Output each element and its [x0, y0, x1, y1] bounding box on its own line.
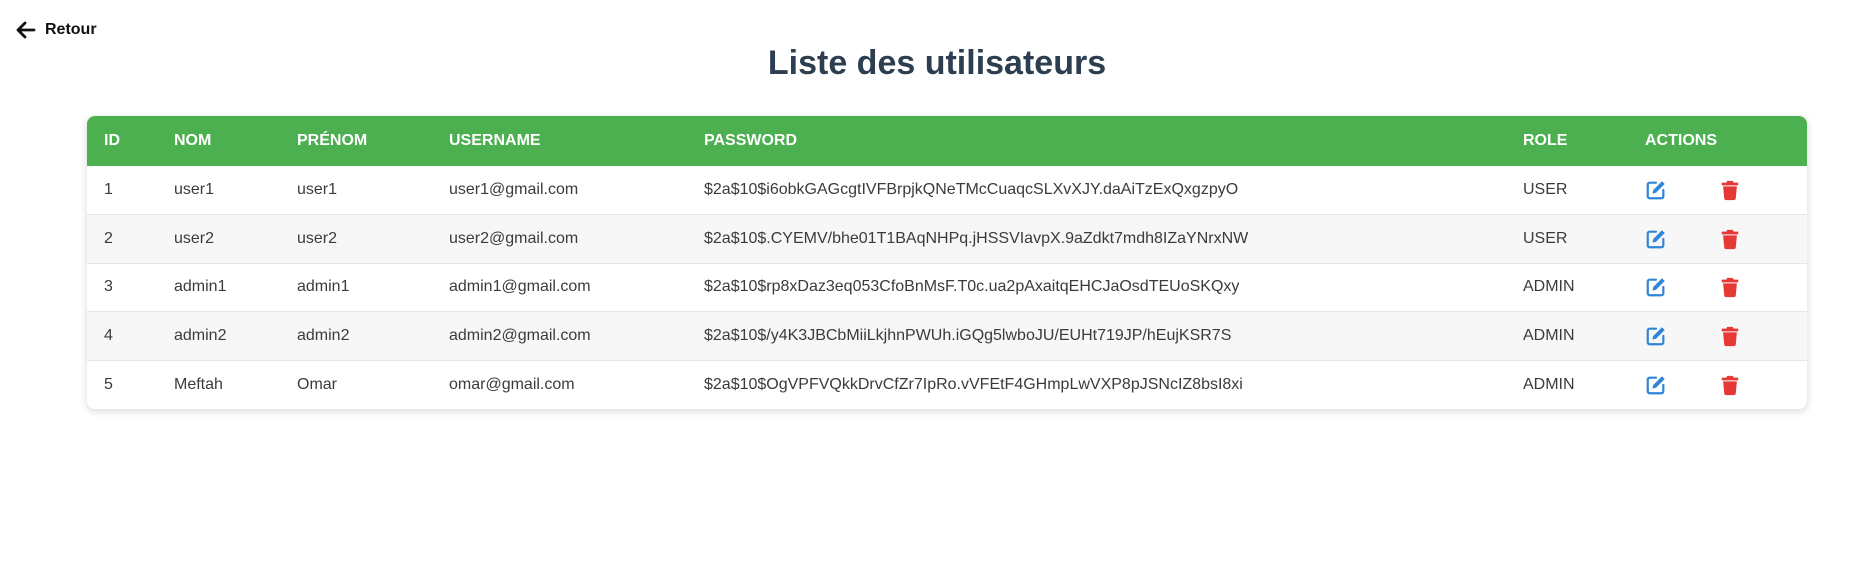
edit-icon [1646, 375, 1665, 394]
cell-username: user1@gmail.com [449, 181, 579, 198]
table-row: 5 Meftah Omar omar@gmail.com $2a$10$OgVP… [87, 360, 1807, 409]
users-table: ID Nom Prénom Username Password Role Act… [87, 116, 1807, 409]
cell-prenom: Omar [297, 375, 337, 393]
cell-username: omar@gmail.com [449, 375, 575, 393]
cell-actions [1628, 263, 1807, 312]
cell-password: $2a$10$.CYEMV/bhe01T1BAqNHPq.jHSSVIavpX.… [704, 229, 1249, 247]
cell-role: USER [1523, 229, 1568, 247]
back-label: Retour [45, 21, 97, 38]
cell-username: admin1@gmail.com [449, 278, 591, 296]
table-row: 2 user2 user2 user2@gmail.com $2a$10$.CY… [87, 214, 1807, 264]
back-button[interactable]: Retour [14, 18, 97, 42]
cell-prenom: user2 [297, 229, 338, 247]
cell-actions [1628, 166, 1807, 215]
cell-password: $2a$10$/y4K3JBCbMiiLkjhnPWUh.iGQg5lwboJU… [704, 326, 1232, 344]
cell-username: user2@gmail.com [449, 229, 579, 247]
header-prenom: Prénom [297, 132, 368, 149]
trash-icon [1722, 326, 1739, 346]
cell-password: $2a$10$rp8xDaz3eq053CfoBnMsF.T0c.ua2pAxa… [704, 278, 1240, 296]
trash-icon [1722, 229, 1739, 249]
table-body: 1 user1 user1 user1@gmail.com $2a$10$i6o… [87, 166, 1807, 409]
cell-id: 3 [104, 278, 113, 296]
edit-icon [1646, 181, 1665, 200]
edit-button[interactable] [1645, 228, 1667, 250]
trash-icon [1722, 278, 1739, 298]
cell-password: $2a$10$OgVPFVQkkDrvCfZr7IpRo.vVFEtF4GHmp… [704, 375, 1243, 393]
cell-role: ADMIN [1523, 278, 1575, 296]
cell-id: 5 [104, 375, 113, 393]
table-header: ID Nom Prénom Username Password Role Act… [87, 116, 1807, 166]
edit-button[interactable] [1645, 276, 1667, 298]
cell-nom: admin2 [174, 326, 227, 344]
cell-id: 2 [104, 229, 113, 247]
delete-button[interactable] [1719, 276, 1741, 298]
table-row: 4 admin2 admin2 admin2@gmail.com $2a$10$… [87, 311, 1807, 361]
arrow-left-icon [16, 21, 36, 39]
delete-button[interactable] [1719, 179, 1741, 201]
users-table-card: ID Nom Prénom Username Password Role Act… [87, 116, 1807, 409]
header-id: ID [104, 132, 120, 149]
delete-button[interactable] [1719, 374, 1741, 396]
edit-icon [1646, 278, 1665, 297]
edit-button[interactable] [1645, 179, 1667, 201]
header-nom: Nom [174, 132, 212, 149]
cell-prenom: admin2 [297, 326, 350, 344]
edit-button[interactable] [1645, 325, 1667, 347]
cell-username: admin2@gmail.com [449, 326, 591, 344]
cell-actions [1628, 312, 1807, 361]
trash-icon [1722, 375, 1739, 395]
trash-icon [1722, 180, 1739, 201]
cell-nom: user1 [174, 181, 215, 198]
cell-id: 4 [104, 326, 113, 344]
header-password: Password [704, 132, 798, 149]
table-row: 1 user1 user1 user1@gmail.com $2a$10$i6o… [87, 166, 1807, 215]
cell-nom: admin1 [174, 278, 227, 296]
cell-prenom: user1 [297, 181, 338, 198]
cell-id: 1 [104, 181, 113, 198]
delete-button[interactable] [1719, 325, 1741, 347]
edit-icon [1646, 327, 1665, 346]
cell-actions [1628, 360, 1807, 409]
header-role: Role [1523, 132, 1568, 149]
table-header-row: ID Nom Prénom Username Password Role Act… [87, 116, 1807, 166]
cell-role: ADMIN [1523, 326, 1575, 344]
edit-button[interactable] [1645, 374, 1667, 396]
cell-actions [1628, 215, 1807, 264]
cell-role: ADMIN [1523, 375, 1575, 393]
edit-icon [1646, 230, 1665, 249]
table-row: 3 admin1 admin1 admin1@gmail.com $2a$10$… [87, 263, 1807, 312]
cell-nom: user2 [174, 229, 215, 247]
cell-nom: Meftah [174, 375, 223, 393]
page-title: Liste des utilisateurs [767, 44, 1107, 82]
header-actions: Actions [1645, 132, 1717, 149]
cell-prenom: admin1 [297, 278, 350, 296]
delete-button[interactable] [1719, 228, 1741, 250]
cell-role: USER [1523, 181, 1568, 198]
header-username: Username [449, 132, 541, 149]
cell-password: $2a$10$i6obkGAGcgtIVFBrpjkQNeTMcCuaqcSLX… [704, 181, 1239, 198]
